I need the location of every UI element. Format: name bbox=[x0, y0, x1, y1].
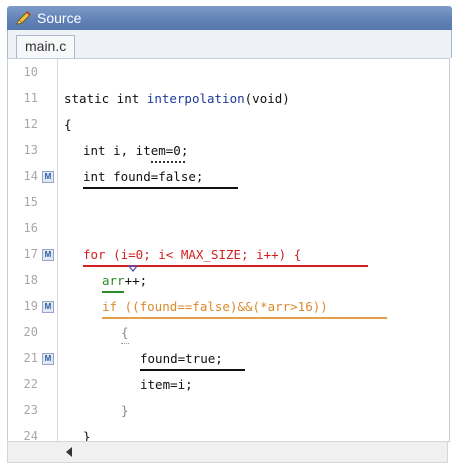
line-number: 19 bbox=[23, 299, 38, 313]
code-line: 11 static int interpolation(void) bbox=[8, 87, 449, 113]
coverage-marker-icon[interactable]: M bbox=[42, 353, 54, 365]
line-number: 12 bbox=[23, 117, 38, 131]
file-tab-strip: main.c bbox=[7, 30, 452, 58]
code-text-signature: static int interpolation(void) bbox=[64, 91, 290, 106]
code-line: 24 } bbox=[8, 425, 449, 441]
line-number: 14 bbox=[23, 169, 38, 183]
line-number: 21 bbox=[23, 351, 38, 365]
line-number: 10 bbox=[23, 65, 38, 79]
line-number: 17 bbox=[23, 247, 38, 261]
panel-title-bar[interactable]: Source bbox=[7, 6, 452, 30]
code-line: 18 arr++; bbox=[8, 269, 449, 295]
coverage-marker-icon[interactable]: M bbox=[42, 171, 54, 183]
code-text: { bbox=[64, 117, 72, 132]
line-underline bbox=[140, 369, 245, 371]
unused-variable-underline bbox=[151, 161, 185, 163]
coverage-marker-icon[interactable]: M bbox=[42, 301, 54, 313]
code-editor[interactable]: 10 11 static int interpolation(void) 12 … bbox=[7, 58, 450, 442]
line-underline bbox=[83, 187, 238, 189]
warning-underline bbox=[102, 317, 387, 319]
line-number: 23 bbox=[23, 403, 38, 417]
code-text-error: for (i=0; i< MAX_SIZE; i++) { bbox=[83, 247, 302, 262]
line-number: 18 bbox=[23, 273, 38, 287]
code-line: 19 M if ((found==false)&&(*arr>16)) bbox=[8, 295, 449, 321]
tab-main-c[interactable]: main.c bbox=[16, 35, 76, 58]
code-text-warning: if ((found==false)&&(*arr>16)) bbox=[102, 299, 328, 314]
code-line: 20 { bbox=[8, 321, 449, 347]
line-number: 20 bbox=[23, 325, 38, 339]
source-panel: Source main.c 10 11 static int interpola… bbox=[0, 0, 457, 471]
line-number: 15 bbox=[23, 195, 38, 209]
horizontal-scrollbar[interactable] bbox=[7, 441, 448, 463]
code-text: int found=false; bbox=[83, 169, 204, 184]
line-number: 13 bbox=[23, 143, 38, 157]
coverage-marker-icon[interactable]: M bbox=[42, 249, 54, 261]
code-line: 21 M found=true; bbox=[8, 347, 449, 373]
line-number: 16 bbox=[23, 221, 38, 235]
code-text: int i, item=0; bbox=[83, 143, 189, 158]
error-underline bbox=[83, 265, 368, 267]
pencil-source-icon bbox=[16, 11, 31, 25]
ok-underline bbox=[102, 291, 124, 293]
code-text: } bbox=[121, 403, 129, 418]
code-line: 13 int i, item=0; bbox=[8, 139, 449, 165]
code-line: 17 M for (i=0; i< MAX_SIZE; i++) { bbox=[8, 243, 449, 272]
line-number: 22 bbox=[23, 377, 38, 391]
panel-title: Source bbox=[37, 10, 82, 26]
brace-underline bbox=[121, 343, 129, 344]
code-text: item=i; bbox=[140, 377, 193, 392]
code-text: found=true; bbox=[140, 351, 223, 366]
code-line: 10 bbox=[8, 61, 449, 87]
code-line: 15 bbox=[8, 191, 449, 217]
code-text: { bbox=[121, 325, 129, 340]
code-line: 16 bbox=[8, 217, 449, 243]
code-line: 22 item=i; bbox=[8, 373, 449, 399]
line-number: 11 bbox=[23, 91, 38, 105]
code-line: 14 M int found=false; bbox=[8, 165, 449, 191]
code-line: 23 } bbox=[8, 399, 449, 425]
code-line: 12 { bbox=[8, 113, 449, 139]
scroll-left-arrow-icon[interactable] bbox=[66, 447, 72, 457]
code-text-arr: arr++; bbox=[102, 273, 148, 288]
